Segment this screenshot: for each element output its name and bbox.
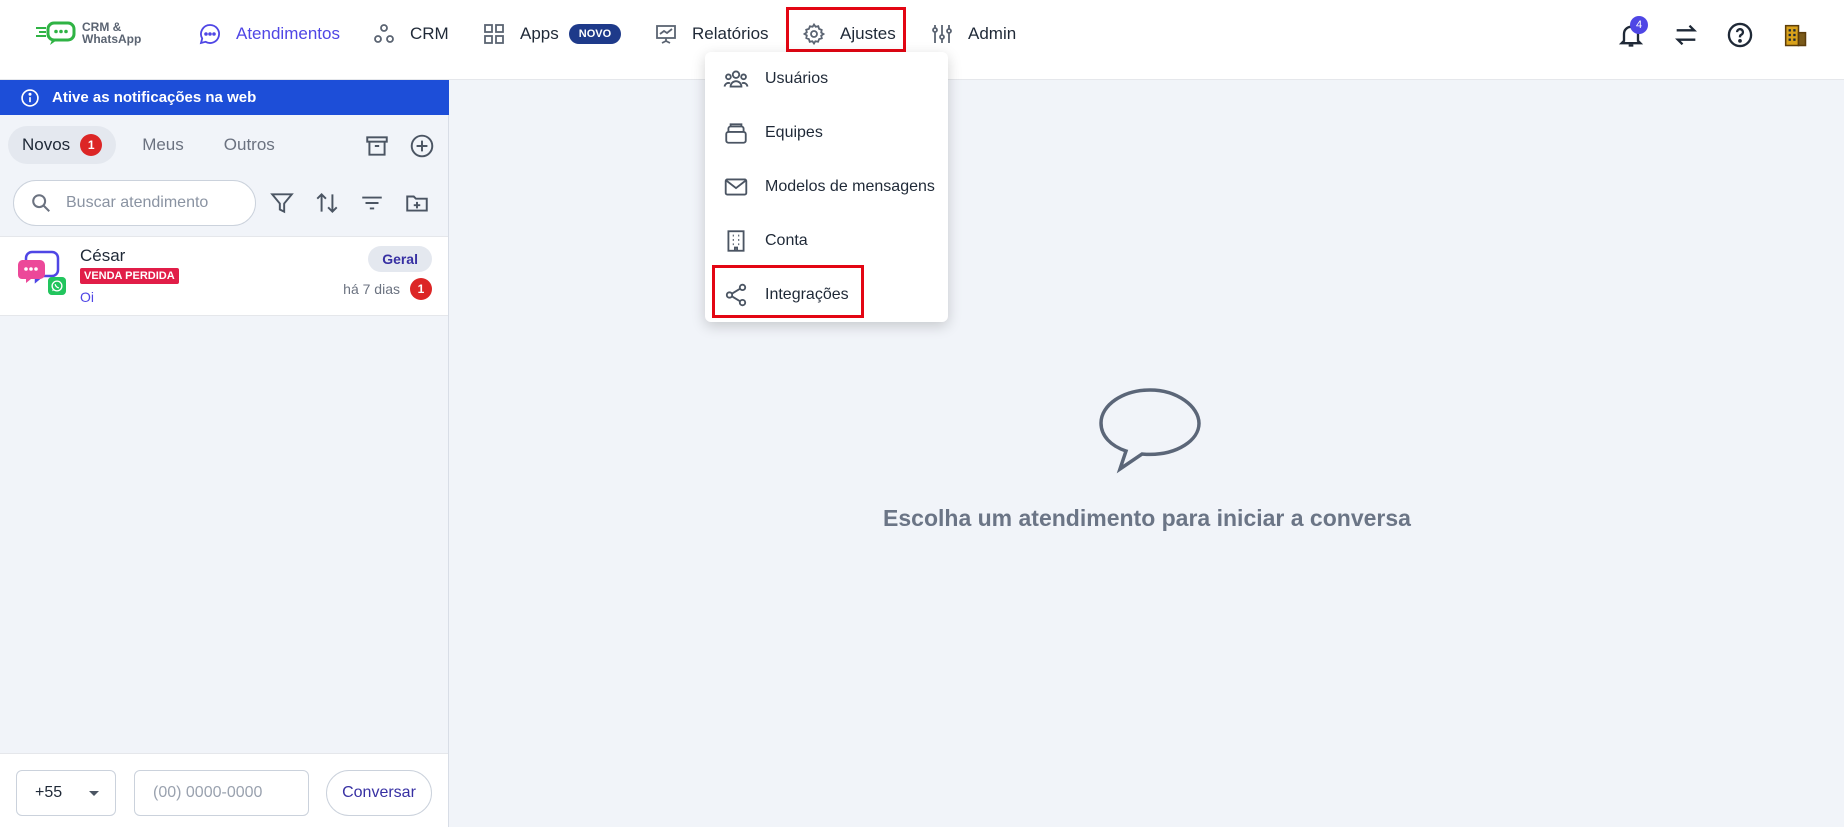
menu-item-conta[interactable]: Conta bbox=[705, 218, 948, 264]
tab-outros[interactable]: Outros bbox=[210, 126, 289, 164]
conversation-tabs: Novos 1 Meus Outros bbox=[8, 126, 289, 164]
nav-admin[interactable]: Admin bbox=[930, 20, 1016, 48]
app-logo[interactable]: CRM & WhatsApp bbox=[34, 20, 141, 46]
menu-item-conta-label: Conta bbox=[765, 232, 808, 249]
search-input[interactable] bbox=[66, 194, 236, 212]
filter-icon[interactable] bbox=[269, 190, 295, 216]
menu-item-equipes[interactable]: Equipes bbox=[705, 110, 948, 156]
company-building-icon[interactable] bbox=[1781, 21, 1809, 49]
tab-novos-label: Novos bbox=[22, 135, 71, 154]
nav-atendimentos-label: Atendimentos bbox=[236, 24, 340, 43]
sort-arrows-icon[interactable] bbox=[314, 190, 340, 216]
presentation-chart-icon bbox=[656, 25, 676, 44]
caret-down-icon bbox=[89, 791, 99, 796]
menu-item-modelos-mensagens[interactable]: Modelos de mensagens bbox=[705, 164, 948, 210]
logo-line-2: WhatsApp bbox=[82, 32, 142, 46]
crm-nodes-icon bbox=[374, 24, 394, 43]
last-message: Oi bbox=[80, 289, 94, 305]
sliders-icon bbox=[932, 25, 952, 43]
search-icon bbox=[32, 194, 50, 212]
nav-relatorios[interactable]: Relatórios bbox=[654, 20, 769, 48]
conversation-time: há 7 dias bbox=[343, 281, 400, 297]
logo-icon bbox=[36, 21, 76, 45]
start-conversation-button[interactable]: Conversar bbox=[326, 770, 432, 816]
menu-item-usuarios-label: Usuários bbox=[765, 70, 829, 87]
chat-area: Escolha um atendimento para iniciar a co… bbox=[450, 80, 1844, 827]
nav-crm[interactable]: CRM bbox=[372, 20, 449, 48]
empty-state-text: Escolha um atendimento para iniciar a co… bbox=[883, 505, 1411, 531]
highlight-integracoes bbox=[712, 265, 864, 318]
teams-icon bbox=[725, 123, 747, 144]
queue-badge: Geral bbox=[368, 246, 432, 272]
conversation-item[interactable]: César VENDA PERDIDA Oi Geral há 7 dias 1 bbox=[0, 236, 448, 316]
chat-bubble-icon bbox=[199, 24, 220, 45]
search-box bbox=[13, 180, 256, 226]
speech-bubble-icon bbox=[1099, 388, 1201, 474]
country-code-select[interactable]: +55 bbox=[16, 770, 116, 816]
notifications-badge: 4 bbox=[1630, 16, 1648, 34]
web-notifications-banner[interactable]: Ative as notificações na web bbox=[0, 80, 449, 115]
nav-apps[interactable]: Apps NOVO bbox=[482, 20, 622, 48]
archive-icon[interactable] bbox=[364, 133, 390, 159]
lost-sale-tag: VENDA PERDIDA bbox=[80, 268, 179, 284]
whatsapp-icon bbox=[48, 277, 66, 295]
banner-text: Ative as notificações na web bbox=[52, 89, 257, 106]
mail-icon bbox=[724, 178, 748, 196]
menu-item-equipes-label: Equipes bbox=[765, 124, 823, 141]
new-conversation-bar: +55 Conversar bbox=[0, 753, 448, 827]
help-icon[interactable] bbox=[1726, 21, 1754, 49]
nav-relatorios-label: Relatórios bbox=[692, 24, 769, 43]
phone-input[interactable] bbox=[134, 770, 309, 816]
highlight-ajustes bbox=[786, 7, 906, 52]
tab-novos-count: 1 bbox=[80, 134, 103, 156]
info-icon bbox=[21, 88, 39, 107]
menu-item-usuarios[interactable]: Usuários bbox=[705, 56, 948, 102]
apps-new-badge: NOVO bbox=[568, 24, 622, 44]
add-circle-icon[interactable] bbox=[409, 133, 435, 159]
users-icon bbox=[723, 70, 749, 88]
conversations-panel: Novos 1 Meus Outros César VENDA PERDIDA … bbox=[0, 115, 449, 827]
building-icon bbox=[727, 230, 745, 252]
tab-meus[interactable]: Meus bbox=[128, 126, 198, 164]
menu-item-modelos-label: Modelos de mensagens bbox=[765, 178, 935, 195]
tab-meus-label: Meus bbox=[142, 135, 184, 154]
transfer-arrows-icon[interactable] bbox=[1672, 21, 1700, 49]
nav-atendimentos[interactable]: Atendimentos bbox=[198, 20, 340, 48]
apps-grid-icon bbox=[484, 24, 504, 44]
tab-novos[interactable]: Novos 1 bbox=[8, 126, 117, 164]
contact-name: César bbox=[80, 246, 126, 265]
folder-add-icon[interactable] bbox=[404, 190, 430, 216]
filter-lines-icon[interactable] bbox=[359, 190, 385, 216]
tab-outros-label: Outros bbox=[223, 135, 275, 154]
unread-count: 1 bbox=[410, 278, 432, 300]
nav-apps-label: Apps bbox=[520, 24, 559, 43]
nav-admin-label: Admin bbox=[968, 24, 1017, 43]
nav-crm-label: CRM bbox=[410, 24, 449, 43]
country-code-value: +55 bbox=[35, 784, 63, 801]
